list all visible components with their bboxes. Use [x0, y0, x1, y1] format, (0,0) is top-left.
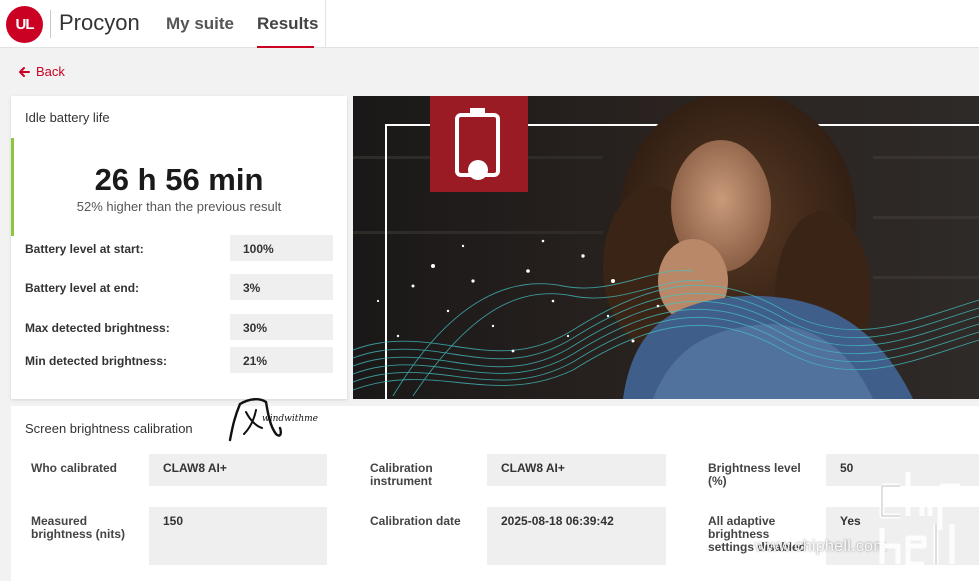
stat-label: Max detected brightness: — [25, 321, 170, 335]
result-title: Idle battery life — [25, 110, 110, 125]
calib-label-measured: Measured brightness (nits) — [31, 514, 126, 541]
calib-value-measured: 150 — [149, 507, 327, 565]
calib-label-instrument: Calibration instrument — [370, 461, 433, 488]
logo-text: UL — [15, 16, 35, 33]
top-header: UL Procyon My suite Results — [0, 0, 979, 48]
stat-label: Min detected brightness: — [25, 354, 168, 368]
calib-label-brightness-level: Brightness level (%) — [708, 461, 801, 488]
back-label: Back — [36, 64, 65, 79]
arrow-left-icon — [19, 66, 30, 77]
calib-value-who: CLAW8 AI+ — [149, 454, 327, 486]
tab-results[interactable]: Results — [257, 14, 318, 34]
signature-text: windwithme — [262, 414, 318, 424]
calib-value-instrument: CLAW8 AI+ — [487, 454, 666, 486]
calibration-title: Screen brightness calibration — [25, 421, 193, 436]
stat-value: 21% — [230, 347, 333, 373]
app-name: Procyon — [59, 10, 140, 35]
stat-value: 100% — [230, 235, 333, 261]
calib-label-date: Calibration date — [370, 514, 461, 528]
stat-value: 30% — [230, 314, 333, 340]
site-watermark: www.chiphell.com — [755, 538, 887, 555]
chiphell-logo-watermark — [879, 472, 961, 567]
calib-label-who: Who calibrated — [31, 461, 118, 475]
active-tab-indicator — [257, 46, 314, 48]
result-card: Idle battery life 26 h 56 min 52% higher… — [11, 96, 347, 399]
stat-value: 3% — [230, 274, 333, 300]
logo-divider — [50, 10, 51, 38]
result-score: 26 h 56 min — [94, 162, 264, 197]
stat-label: Battery level at end: — [25, 281, 140, 295]
stat-label: Battery level at start: — [25, 242, 144, 256]
result-comparison: 52% higher than the previous result — [76, 199, 282, 214]
hero-illustration — [353, 96, 979, 399]
back-link[interactable]: Back — [18, 64, 65, 79]
tab-my-suite[interactable]: My suite — [166, 14, 234, 34]
signature-watermark: windwithme — [228, 398, 318, 442]
ul-logo[interactable]: UL — [6, 6, 43, 43]
calib-value-date: 2025-08-18 06:39:42 — [487, 507, 666, 565]
benchmark-hero-image — [353, 96, 979, 399]
header-separator — [325, 0, 326, 48]
